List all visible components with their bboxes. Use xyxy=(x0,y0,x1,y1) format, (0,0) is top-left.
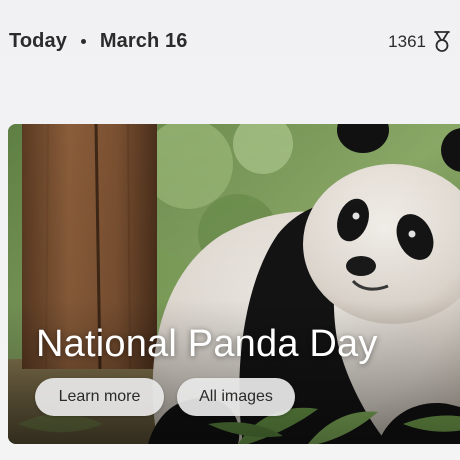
date-label: March 16 xyxy=(99,30,188,52)
separator-dot xyxy=(80,39,86,44)
date-line: Today March 16 xyxy=(9,30,187,53)
points-value: 1361 xyxy=(388,32,426,51)
learn-more-button[interactable]: Learn more xyxy=(35,378,164,416)
feature-card[interactable]: National Panda Day Learn more All images xyxy=(8,124,460,444)
card-title: National Panda Day xyxy=(36,323,378,365)
header: Today March 16 1361 xyxy=(0,0,460,90)
rewards-card-panel: Today March 16 1361 National Panda Day L… xyxy=(0,0,460,460)
all-images-button[interactable]: All images xyxy=(177,378,295,416)
day-label: Today xyxy=(9,30,67,52)
points-counter[interactable]: 1361 xyxy=(388,31,452,53)
medal-icon xyxy=(434,31,450,52)
